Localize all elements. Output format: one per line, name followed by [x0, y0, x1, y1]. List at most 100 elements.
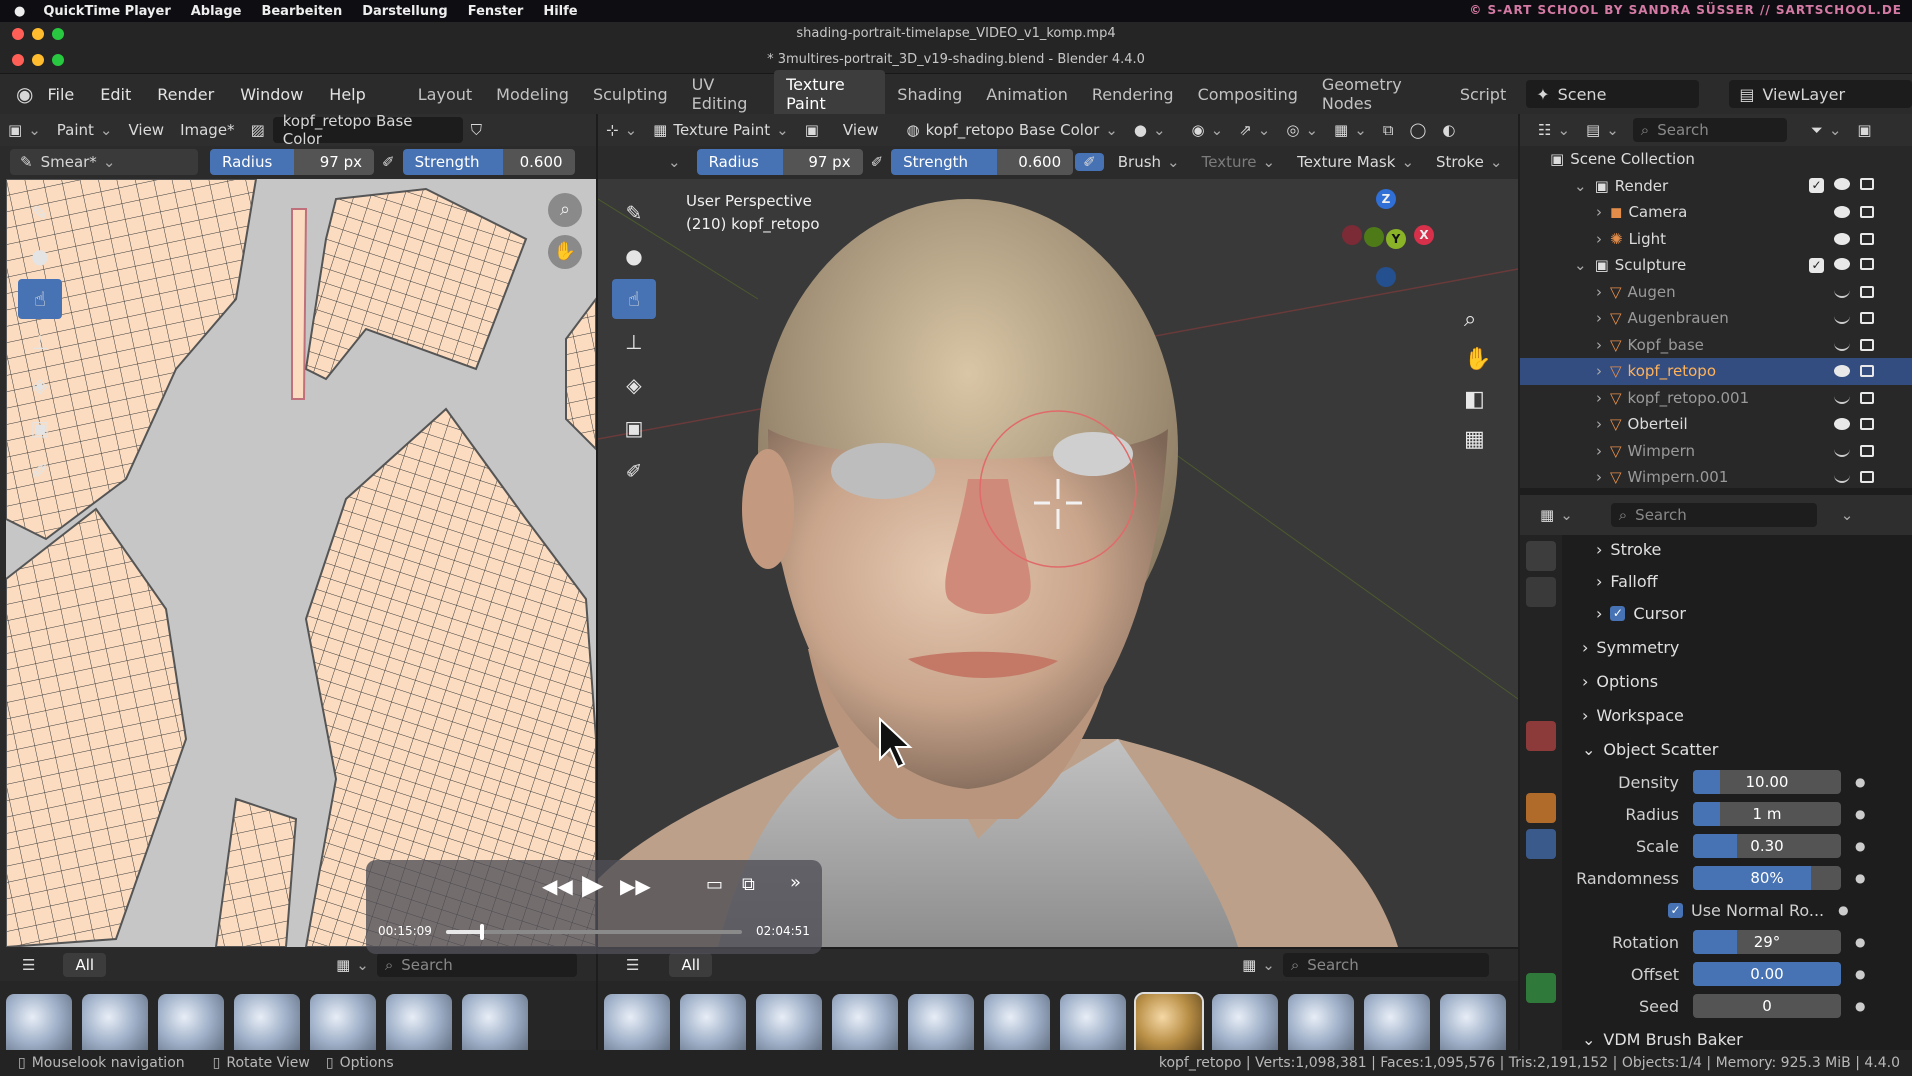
- outliner-item[interactable]: › ▽ Wimpern.001: [1520, 464, 1912, 491]
- property-value-slider[interactable]: 0: [1693, 994, 1841, 1018]
- tab-rendering[interactable]: Rendering: [1080, 80, 1186, 109]
- fake-user-shield-icon[interactable]: ⛉: [463, 121, 490, 139]
- tab-modeling[interactable]: Modeling: [484, 80, 581, 109]
- hamburger-icon[interactable]: ☰: [14, 956, 43, 974]
- tab-animation[interactable]: Animation: [974, 80, 1080, 109]
- view-menu[interactable]: View: [120, 121, 172, 139]
- eye-closed-icon[interactable]: [1834, 392, 1850, 404]
- eye-closed-icon[interactable]: [1834, 471, 1850, 484]
- play-button[interactable]: ▶: [582, 868, 604, 901]
- visibility-eye-icon[interactable]: ◉: [1184, 121, 1232, 139]
- collection-tab-icon[interactable]: [1526, 757, 1556, 787]
- exclude-checkbox[interactable]: ✓: [1809, 178, 1824, 194]
- menu-hilfe[interactable]: Hilfe: [543, 4, 577, 19]
- eye-icon[interactable]: [1834, 232, 1850, 245]
- editor-type-icon[interactable]: ▣: [0, 121, 49, 139]
- tab-script[interactable]: Script: [1448, 80, 1518, 109]
- asset-search-input[interactable]: ⌕ Search: [376, 953, 577, 977]
- section-symmetry[interactable]: › Symmetry: [1568, 630, 1888, 664]
- properties-editor-icon[interactable]: ▦: [1532, 506, 1581, 524]
- menu-bearbeiten[interactable]: Bearbeiten: [261, 4, 342, 19]
- menu-window[interactable]: Window: [240, 85, 303, 104]
- section-options[interactable]: › Options: [1568, 664, 1888, 698]
- scrub-bar[interactable]: [446, 924, 742, 940]
- section-object-scatter[interactable]: ⌄ Object Scatter: [1568, 732, 1888, 766]
- viewport-overlay-icon[interactable]: ▣: [797, 121, 827, 139]
- menu-ablage[interactable]: Ablage: [191, 4, 242, 19]
- properties-options-icon[interactable]: [1827, 506, 1862, 524]
- brush-menu[interactable]: Brush: [1110, 153, 1188, 171]
- render-camera-icon[interactable]: [1860, 285, 1874, 298]
- overlays-icon[interactable]: ◎: [1278, 121, 1326, 139]
- render-camera-icon[interactable]: [1860, 312, 1874, 325]
- scene-tab-icon[interactable]: [1526, 685, 1556, 715]
- world-tab-icon[interactable]: [1526, 721, 1556, 751]
- display-grid-icon[interactable]: ▦: [328, 956, 377, 974]
- viewport-strength-slider[interactable]: Strength 0.600: [891, 149, 1074, 175]
- outliner-item[interactable]: › ▽ Oberteil: [1520, 411, 1912, 438]
- fill-brush-icon[interactable]: ◈: [18, 365, 62, 405]
- texture-paint-mode-menu[interactable]: ▦ Texture Paint: [645, 121, 797, 139]
- eye-closed-icon[interactable]: [1834, 286, 1850, 298]
- viewport-editor-type-icon[interactable]: ⊹: [598, 121, 645, 139]
- eye-closed-icon[interactable]: [1834, 339, 1850, 351]
- annotate-icon[interactable]: ✐: [18, 451, 62, 491]
- rewind-icon[interactable]: ◀◀: [542, 874, 573, 898]
- keyframe-dot-icon[interactable]: ●: [1855, 839, 1865, 853]
- cursor-checkbox[interactable]: ✓: [1610, 605, 1626, 621]
- view-layer-selector[interactable]: ▤ ViewLayer: [1729, 80, 1912, 108]
- chevron-down-icon[interactable]: ⌄: [1574, 256, 1587, 274]
- render-camera-icon[interactable]: [1860, 444, 1874, 457]
- chevron-down-icon[interactable]: ⌄: [1574, 177, 1587, 195]
- keyframe-dot-icon[interactable]: ●: [1855, 775, 1865, 789]
- outliner-item[interactable]: ⌄ ▣ Render ✓: [1520, 173, 1912, 200]
- render-camera-icon[interactable]: [1860, 257, 1874, 270]
- chevron-right-icon[interactable]: ›: [1596, 203, 1602, 221]
- camera-view-icon[interactable]: ◧: [1464, 387, 1485, 412]
- clone-brush-icon[interactable]: ⊥: [18, 322, 62, 362]
- menu-fenster[interactable]: Fenster: [468, 4, 524, 19]
- section-cursor[interactable]: › ✓ Cursor: [1568, 596, 1888, 630]
- object-tab-icon[interactable]: [1526, 793, 1556, 823]
- chevron-right-icon[interactable]: ›: [1596, 230, 1602, 248]
- uv-canvas[interactable]: ⌕ ✋: [6, 179, 596, 947]
- data-tab-icon[interactable]: [1526, 973, 1556, 1003]
- viewport-view-menu[interactable]: View: [835, 121, 887, 139]
- app-menu[interactable]: QuickTime Player: [43, 4, 170, 19]
- draw-brush-icon[interactable]: ✎: [18, 193, 62, 233]
- stroke-menu[interactable]: Stroke: [1428, 153, 1510, 171]
- render-camera-icon[interactable]: [1860, 418, 1874, 431]
- modifier-tab-icon[interactable]: [1526, 829, 1556, 859]
- more-icon[interactable]: »: [790, 872, 801, 893]
- physics-tab-icon[interactable]: [1526, 901, 1556, 931]
- chevron-right-icon[interactable]: ›: [1596, 362, 1602, 380]
- navigation-gizmo[interactable]: Z X Y: [1328, 189, 1438, 299]
- vp-clone-brush-icon[interactable]: ⊥: [612, 322, 656, 362]
- tool-tab-icon[interactable]: [1526, 541, 1556, 571]
- blender-logo-icon[interactable]: ◉: [16, 82, 33, 106]
- image-name-field[interactable]: kopf_retopo Base Color: [272, 112, 463, 148]
- section-workspace[interactable]: › Workspace: [1568, 698, 1888, 732]
- image-browse-icon[interactable]: ▨: [243, 121, 273, 139]
- outliner-item[interactable]: › ▽ kopf_retopo.001: [1520, 385, 1912, 412]
- outliner-item[interactable]: › ▽ Kopf_base: [1520, 332, 1912, 359]
- eye-closed-icon[interactable]: [1834, 312, 1850, 325]
- viewport-canvas[interactable]: User Perspective (210) kopf_retopo Z X Y…: [598, 179, 1518, 947]
- shading-wire-icon[interactable]: ◯: [1402, 121, 1435, 139]
- zoom-view-icon[interactable]: ⌕: [1464, 307, 1476, 332]
- smear-brush-icon[interactable]: ☝: [18, 279, 62, 319]
- gizmo-neg-x[interactable]: [1342, 225, 1362, 245]
- tab-geometry-nodes[interactable]: Geometry Nodes: [1310, 70, 1448, 118]
- property-value-slider[interactable]: 0.00: [1693, 962, 1841, 986]
- tab-shading[interactable]: Shading: [885, 80, 974, 109]
- texture-menu[interactable]: Texture: [1194, 153, 1284, 171]
- render-camera-icon[interactable]: [1860, 391, 1874, 404]
- properties-search-input[interactable]: ⌕ Search: [1610, 503, 1817, 527]
- radius-slider[interactable]: Radius 97 px: [210, 149, 374, 175]
- keyframe-dot-icon[interactable]: ●: [1855, 871, 1865, 885]
- render-tab-icon[interactable]: [1526, 577, 1556, 607]
- render-camera-icon[interactable]: [1860, 365, 1874, 378]
- brush-selector[interactable]: ✎ Smear*: [10, 149, 198, 175]
- filter-icon[interactable]: ⏷: [1803, 121, 1850, 139]
- image-menu[interactable]: Image*: [172, 121, 242, 139]
